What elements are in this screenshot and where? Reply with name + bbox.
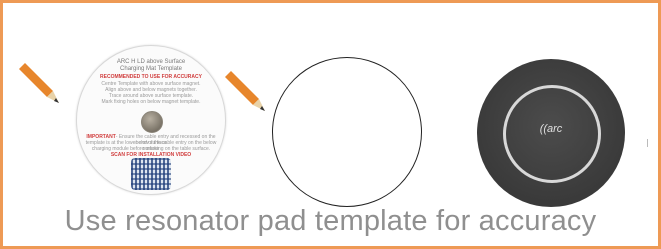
- traced-circle-outline: [272, 57, 422, 207]
- template-title-line-1: ARC H LD above Surface: [116, 59, 186, 65]
- qr-code: [131, 158, 171, 190]
- template-instruction: Mark fixing holes on below magnet templa…: [101, 99, 201, 105]
- product-photo-panel: ARC H LD above Surface Charging Mat Temp…: [11, 11, 656, 207]
- magnet-disc: [141, 111, 163, 133]
- arc-template-disc: ARC H LD above Surface Charging Mat Temp…: [76, 45, 226, 195]
- template-recommended: RECOMMENDED TO USE FOR ACCURACY: [100, 74, 202, 80]
- edge-mark: [647, 139, 648, 147]
- caption-text: Use resonator pad template for accuracy: [64, 205, 597, 237]
- arc-charging-pad: ((arc: [477, 59, 625, 207]
- arc-logo: ((arc: [539, 123, 563, 135]
- pencil-icon: [225, 71, 265, 111]
- pencil-icon: [19, 63, 59, 103]
- image-frame: ARC H LD above Surface Charging Mat Temp…: [0, 0, 661, 249]
- template-title-line-2: Charging Mat Template: [120, 66, 182, 72]
